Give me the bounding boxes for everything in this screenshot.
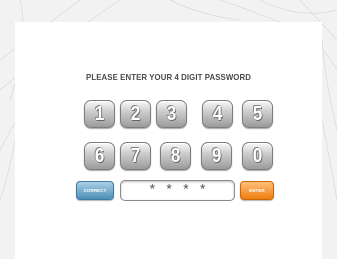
key-6[interactable]: 6 [84,142,115,170]
key-8[interactable]: 8 [160,142,191,170]
key-2[interactable]: 2 [120,100,151,128]
key-7[interactable]: 7 [120,142,151,170]
password-prompt: PLEASE ENTER YOUR 4 DIGIT PASSWORD [86,72,251,82]
key-5[interactable]: 5 [242,100,273,128]
key-1[interactable]: 1 [84,100,115,128]
password-mask: * * * * [148,182,207,199]
correct-label: CORRECT [83,188,107,193]
key-9[interactable]: 9 [201,142,232,170]
enter-label: ENTER [249,188,265,193]
password-field[interactable]: * * * * [120,180,235,201]
correct-button[interactable]: CORRECT [76,181,114,200]
keypad-panel [15,22,322,259]
enter-button[interactable]: ENTER [240,181,274,200]
key-0[interactable]: 0 [242,142,273,170]
key-4[interactable]: 4 [202,100,233,128]
key-3[interactable]: 3 [156,100,187,128]
